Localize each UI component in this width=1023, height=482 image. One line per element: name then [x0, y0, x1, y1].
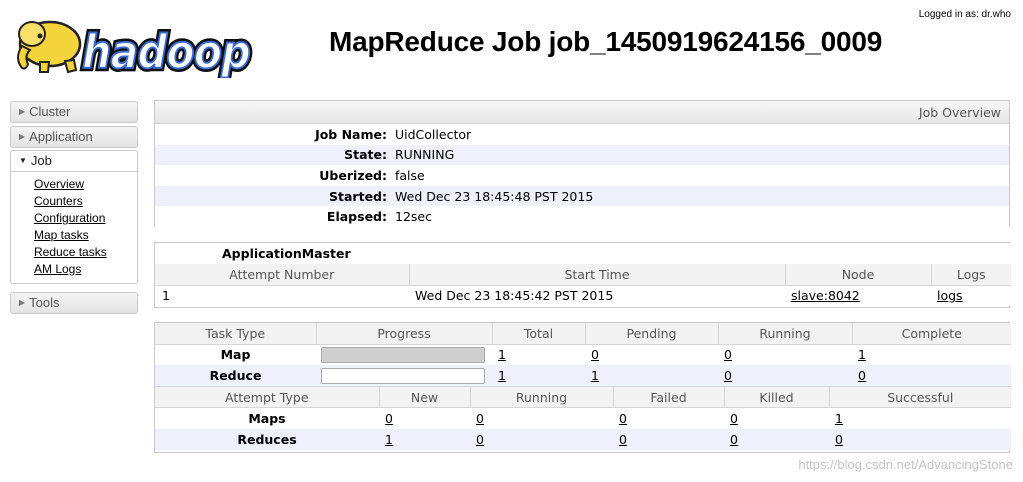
- job-uberized: false: [395, 165, 1009, 186]
- attempt-type-maps: Maps: [155, 407, 379, 429]
- col-attempt-type[interactable]: Attempt Type: [155, 386, 380, 408]
- job-name: UidCollector: [395, 124, 1009, 145]
- sidebar-job: ▼ Job Overview Counters Configuration Map…: [10, 150, 138, 284]
- app-master-table: ApplicationMaster Attempt Number Start T…: [155, 243, 1012, 306]
- reduces-successful-link[interactable]: 0: [835, 432, 843, 447]
- col-logs[interactable]: Logs: [930, 264, 1012, 286]
- link-overview[interactable]: Overview: [34, 176, 137, 193]
- maps-running-link[interactable]: 0: [476, 411, 484, 426]
- job-overview-panel: Job Overview Job Name: UidCollector State…: [154, 100, 1010, 227]
- col-pending[interactable]: Pending: [584, 323, 719, 345]
- col-complete[interactable]: Complete: [851, 323, 1011, 345]
- reduce-pending-link[interactable]: 1: [591, 368, 599, 383]
- map-progress-bar: [321, 346, 485, 363]
- table-row: 1 Wed Dec 23 18:45:42 PST 2015 slave:804…: [155, 285, 1012, 306]
- reduces-killed-link[interactable]: 0: [730, 432, 738, 447]
- col-killed[interactable]: Killed: [723, 386, 830, 408]
- task-type-reduce: Reduce: [155, 365, 316, 386]
- elephant-icon: hadoop hadoop: [17, 20, 255, 83]
- logged-in-user: Logged in as: dr.who: [918, 9, 1011, 20]
- col-attempt-running[interactable]: Running: [469, 386, 614, 408]
- table-row: Reduces 1 0 0 0 0: [155, 428, 1011, 450]
- job-links: Overview Counters Configuration Map task…: [10, 172, 138, 284]
- attempt-summary-table: Attempt Type New Running Failed Killed S…: [155, 386, 1011, 450]
- reduces-running-link[interactable]: 0: [476, 432, 484, 447]
- maps-failed-link[interactable]: 0: [619, 411, 627, 426]
- table-row: Elapsed: 12sec: [155, 206, 1009, 227]
- col-total[interactable]: Total: [491, 323, 586, 345]
- table-row: Map 1 0 0 1: [155, 344, 1011, 365]
- attempt-start-time: Wed Dec 23 18:45:42 PST 2015: [409, 285, 785, 306]
- map-total-link[interactable]: 1: [498, 347, 506, 362]
- table-row: Reduce 1 1 0 0: [155, 365, 1011, 386]
- reduces-new-link[interactable]: 1: [385, 432, 393, 447]
- attempt-type-reduces: Reduces: [155, 428, 379, 450]
- hadoop-logo: hadoop hadoop: [10, 6, 255, 83]
- watermark: https://blog.csdn.net/AdvancingStone: [798, 457, 1013, 472]
- map-complete-link[interactable]: 1: [858, 347, 866, 362]
- chevron-down-icon: ▼: [19, 156, 27, 165]
- col-task-type[interactable]: Task Type: [155, 323, 317, 345]
- sidebar-item-job[interactable]: ▼ Job: [10, 150, 138, 172]
- table-row: Uberized: false: [155, 165, 1009, 186]
- job-overview-table: Job Name: UidCollector State: RUNNING Uber…: [155, 124, 1009, 227]
- table-row: Maps 0 0 0 0 1: [155, 407, 1011, 429]
- reduce-total-link[interactable]: 1: [498, 368, 506, 383]
- col-new[interactable]: New: [378, 386, 471, 408]
- chevron-right-icon: ▶: [19, 132, 26, 141]
- job-state: RUNNING: [395, 144, 1009, 166]
- col-failed[interactable]: Failed: [612, 386, 725, 408]
- link-configuration[interactable]: Configuration: [34, 210, 137, 227]
- col-node[interactable]: Node: [784, 264, 932, 286]
- table-row: Job Name: UidCollector: [155, 124, 1009, 145]
- sidebar-item-application: Application: [29, 129, 93, 144]
- maps-successful-link[interactable]: 1: [835, 411, 843, 426]
- link-counters[interactable]: Counters: [34, 193, 137, 210]
- maps-new-link[interactable]: 0: [385, 411, 393, 426]
- svg-text:hadoop: hadoop: [82, 25, 250, 78]
- sidebar-tools[interactable]: ▶ Tools: [10, 292, 138, 314]
- map-running-link[interactable]: 0: [724, 347, 732, 362]
- col-start-time[interactable]: Start Time: [408, 264, 786, 286]
- job-elapsed: 12sec: [395, 206, 1009, 227]
- link-map-tasks[interactable]: Map tasks: [34, 227, 137, 244]
- task-summary-table: Task Type Progress Total Pending Running…: [155, 323, 1011, 386]
- chevron-right-icon: ▶: [19, 107, 26, 116]
- attempt-number: 1: [155, 285, 409, 306]
- col-successful[interactable]: Successful: [828, 386, 1011, 408]
- logs-link[interactable]: logs: [937, 288, 963, 303]
- reduce-running-link[interactable]: 0: [724, 368, 732, 383]
- app-master-title: ApplicationMaster: [155, 243, 1012, 264]
- table-row: State: RUNNING: [155, 144, 1009, 166]
- app-master-panel: ApplicationMaster Attempt Number Start T…: [154, 242, 1012, 308]
- sidebar-application[interactable]: ▶ Application: [10, 126, 138, 148]
- col-progress[interactable]: Progress: [315, 323, 493, 345]
- link-am-logs[interactable]: AM Logs: [34, 261, 137, 278]
- chevron-right-icon: ▶: [19, 298, 26, 307]
- maps-killed-link[interactable]: 0: [730, 411, 738, 426]
- map-pending-link[interactable]: 0: [591, 347, 599, 362]
- page-title: MapReduce Job job_1450919624156_0009: [329, 26, 883, 57]
- job-started: Wed Dec 23 18:45:48 PST 2015: [395, 185, 1009, 207]
- col-running[interactable]: Running: [717, 323, 853, 345]
- task-type-map: Map: [155, 344, 316, 365]
- table-row: Started: Wed Dec 23 18:45:48 PST 2015: [155, 185, 1009, 207]
- link-reduce-tasks[interactable]: Reduce tasks: [34, 244, 137, 261]
- col-attempt-number[interactable]: Attempt Number: [155, 264, 410, 286]
- tasks-panel: Task Type Progress Total Pending Running…: [154, 322, 1011, 453]
- reduce-progress-bar: [321, 367, 485, 384]
- sidebar-item-tools: Tools: [29, 295, 60, 310]
- reduce-complete-link[interactable]: 0: [858, 368, 866, 383]
- progress-fill: [322, 347, 484, 362]
- sidebar-item-cluster: Cluster: [29, 104, 71, 119]
- sidebar-cluster[interactable]: ▶ Cluster: [10, 101, 138, 123]
- node-link[interactable]: slave:8042: [791, 288, 860, 303]
- reduces-failed-link[interactable]: 0: [619, 432, 627, 447]
- job-overview-title: Job Overview: [155, 101, 1009, 124]
